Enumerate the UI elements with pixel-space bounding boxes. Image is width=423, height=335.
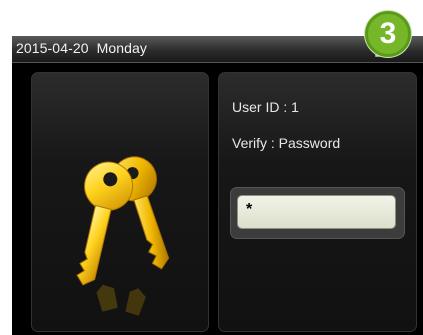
key-icon-panel (31, 72, 209, 332)
password-field[interactable]: * (237, 195, 396, 229)
status-datetime: 2015-04-20 Monday (16, 40, 147, 56)
verify-info-panel: User ID : 1 Verify : Password * (218, 72, 417, 332)
user-id-label: User ID : 1 (232, 99, 299, 115)
password-frame: * (230, 187, 405, 239)
status-bar: 2015-04-20 Monday (12, 36, 423, 63)
keys-icon (76, 156, 170, 316)
verify-mode-label: Verify : Password (232, 135, 341, 151)
step-number-badge: 3 (365, 11, 411, 57)
device-screen: 2015-04-20 Monday User ID: 1 Verify: P… (12, 36, 423, 335)
step-number: 3 (379, 17, 397, 50)
